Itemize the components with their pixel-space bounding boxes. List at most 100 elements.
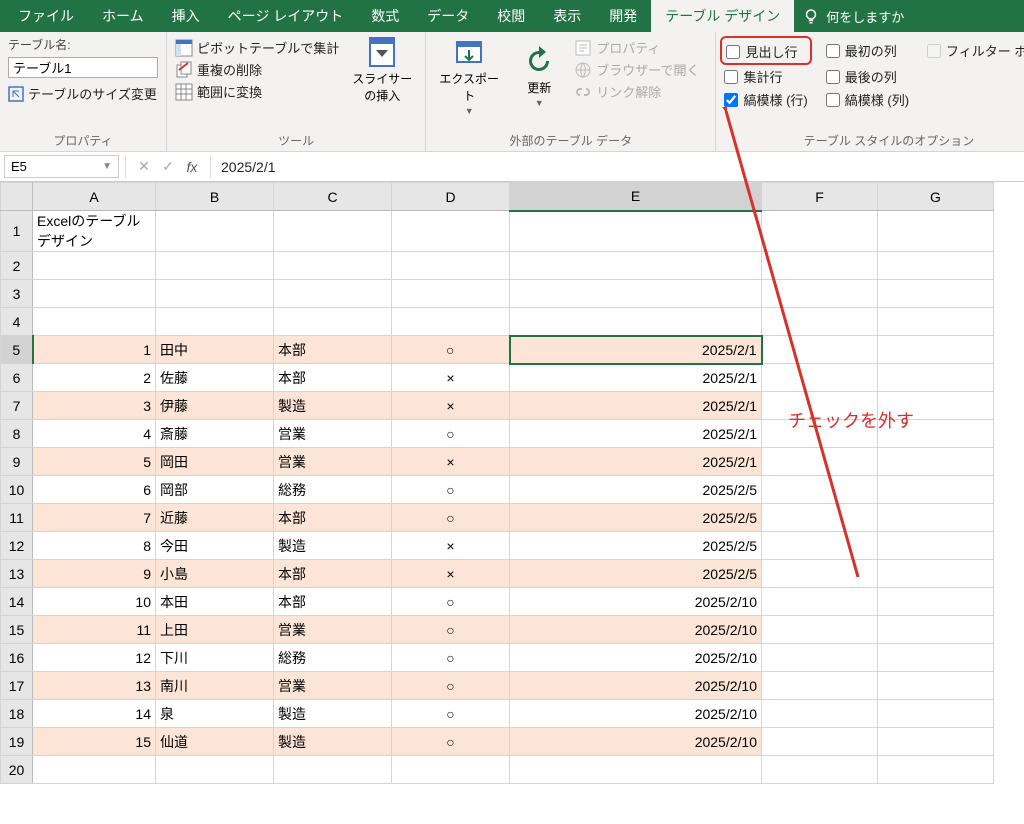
slicer-button[interactable]: スライサーの挿入 [347,36,417,104]
last-col-checkbox[interactable]: 最後の列 [826,67,909,86]
cell-G19[interactable] [878,728,994,756]
cell-B10[interactable]: 岡部 [156,476,274,504]
cell-B20[interactable] [156,756,274,784]
cell-F17[interactable] [762,672,878,700]
cell-D7[interactable]: × [392,392,510,420]
cell-C14[interactable]: 本部 [274,588,392,616]
cell-C9[interactable]: 営業 [274,448,392,476]
row-header-20[interactable]: 20 [1,756,33,784]
tab-insert[interactable]: 挿入 [158,0,214,33]
row-header-4[interactable]: 4 [1,308,33,336]
cell-C7[interactable]: 製造 [274,392,392,420]
cell-E18[interactable]: 2025/2/10 [510,700,762,728]
cell-F12[interactable] [762,532,878,560]
cell-C18[interactable]: 製造 [274,700,392,728]
cell-D20[interactable] [392,756,510,784]
tab-view[interactable]: 表示 [539,0,595,33]
tab-review[interactable]: 校閲 [483,0,539,33]
cell-B5[interactable]: 田中 [156,336,274,364]
row-header-5[interactable]: 5 [1,336,33,364]
cell-C1[interactable] [274,211,392,252]
cell-A9[interactable]: 5 [33,448,156,476]
cell-G5[interactable] [878,336,994,364]
cell-A20[interactable] [33,756,156,784]
table-name-input[interactable] [8,57,158,78]
cell-D12[interactable]: × [392,532,510,560]
cell-B2[interactable] [156,252,274,280]
cell-D10[interactable]: ○ [392,476,510,504]
row-header-1[interactable]: 1 [1,211,33,252]
tab-tabledesign[interactable]: テーブル デザイン [651,0,794,33]
cell-A3[interactable] [33,280,156,308]
col-header-D[interactable]: D [392,183,510,211]
cell-B4[interactable] [156,308,274,336]
cell-B17[interactable]: 南川 [156,672,274,700]
cell-A13[interactable]: 9 [33,560,156,588]
cell-F4[interactable] [762,308,878,336]
cell-G18[interactable] [878,700,994,728]
cell-G15[interactable] [878,616,994,644]
checkbox-icon[interactable] [726,45,740,59]
tab-dev[interactable]: 開発 [595,0,651,33]
cell-D11[interactable]: ○ [392,504,510,532]
cell-C15[interactable]: 営業 [274,616,392,644]
cell-A6[interactable]: 2 [33,364,156,392]
cell-F6[interactable] [762,364,878,392]
tab-file[interactable]: ファイル [4,0,88,33]
cell-C3[interactable] [274,280,392,308]
name-box[interactable]: E5 ▼ [4,155,119,178]
cell-G10[interactable] [878,476,994,504]
cell-A11[interactable]: 7 [33,504,156,532]
cell-C20[interactable] [274,756,392,784]
cell-G3[interactable] [878,280,994,308]
cell-A1[interactable]: Excelのテーブルデザイン [33,211,156,252]
enter-formula-button[interactable]: ✓ [156,158,180,175]
row-header-17[interactable]: 17 [1,672,33,700]
select-all-corner[interactable] [1,183,33,211]
cell-F2[interactable] [762,252,878,280]
cell-D9[interactable]: × [392,448,510,476]
cell-E20[interactable] [510,756,762,784]
row-header-10[interactable]: 10 [1,476,33,504]
cell-A5[interactable]: 1 [33,336,156,364]
cell-C19[interactable]: 製造 [274,728,392,756]
cell-F20[interactable] [762,756,878,784]
cell-G14[interactable] [878,588,994,616]
tab-data[interactable]: データ [413,0,483,33]
cell-G20[interactable] [878,756,994,784]
banded-rows-checkbox[interactable]: 縞模様 (行) [724,90,807,109]
cell-E7[interactable]: 2025/2/1 [510,392,762,420]
cell-E9[interactable]: 2025/2/1 [510,448,762,476]
cell-A19[interactable]: 15 [33,728,156,756]
cell-C4[interactable] [274,308,392,336]
tell-me[interactable]: 何をしますか [794,7,912,26]
cell-A16[interactable]: 12 [33,644,156,672]
export-button[interactable]: エクスポート ▼ [434,36,504,116]
pivot-summary-button[interactable]: ピボットテーブルで集計 [175,38,339,57]
cell-A15[interactable]: 11 [33,616,156,644]
cell-D17[interactable]: ○ [392,672,510,700]
cell-D6[interactable]: × [392,364,510,392]
cell-C6[interactable]: 本部 [274,364,392,392]
cell-D3[interactable] [392,280,510,308]
cell-F16[interactable] [762,644,878,672]
col-header-A[interactable]: A [33,183,156,211]
row-header-14[interactable]: 14 [1,588,33,616]
row-header-8[interactable]: 8 [1,420,33,448]
cell-F13[interactable] [762,560,878,588]
row-header-6[interactable]: 6 [1,364,33,392]
cell-B7[interactable]: 伊藤 [156,392,274,420]
cell-D13[interactable]: × [392,560,510,588]
cell-E19[interactable]: 2025/2/10 [510,728,762,756]
cell-F15[interactable] [762,616,878,644]
cell-D19[interactable]: ○ [392,728,510,756]
cell-E3[interactable] [510,280,762,308]
cell-E4[interactable] [510,308,762,336]
convert-range-button[interactable]: 範囲に変換 [175,82,339,101]
cell-F19[interactable] [762,728,878,756]
cell-B1[interactable] [156,211,274,252]
cell-B8[interactable]: 斎藤 [156,420,274,448]
cell-F3[interactable] [762,280,878,308]
col-header-C[interactable]: C [274,183,392,211]
resize-table-button[interactable]: テーブルのサイズ変更 [8,84,158,103]
